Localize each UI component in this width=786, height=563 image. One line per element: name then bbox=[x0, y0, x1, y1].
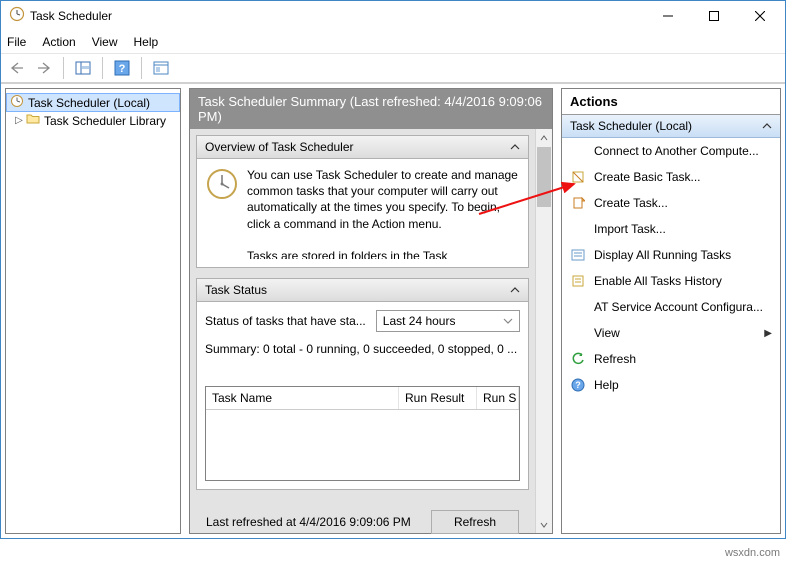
blank-icon bbox=[570, 299, 586, 315]
action-refresh[interactable]: Refresh bbox=[562, 346, 780, 372]
toolbar-divider bbox=[102, 57, 103, 79]
blank-icon bbox=[570, 143, 586, 159]
action-help[interactable]: ? Help bbox=[562, 372, 780, 398]
menu-help[interactable]: Help bbox=[134, 35, 159, 49]
svg-text:?: ? bbox=[575, 380, 581, 390]
tree-child-label: Task Scheduler Library bbox=[44, 114, 166, 128]
actions-section-header[interactable]: Task Scheduler (Local) bbox=[562, 115, 780, 138]
actions-pane: Actions Task Scheduler (Local) Connect t… bbox=[561, 88, 781, 534]
clock-icon bbox=[10, 94, 24, 111]
col-run-start[interactable]: Run S bbox=[477, 387, 519, 409]
tree-root-node[interactable]: Task Scheduler (Local) bbox=[6, 93, 180, 112]
actions-section-label: Task Scheduler (Local) bbox=[570, 119, 692, 133]
action-at-service[interactable]: AT Service Account Configura... bbox=[562, 294, 780, 320]
scroll-down-icon[interactable] bbox=[536, 516, 552, 533]
refresh-icon bbox=[570, 351, 586, 367]
expand-icon[interactable]: ▷ bbox=[13, 115, 25, 126]
clock-icon bbox=[205, 167, 239, 259]
task-status-panel: Task Status Status of tasks that have st… bbox=[196, 278, 529, 490]
status-range-dropdown[interactable]: Last 24 hours bbox=[376, 310, 520, 332]
action-label: Enable All Tasks History bbox=[594, 274, 722, 288]
menu-view[interactable]: View bbox=[92, 35, 118, 49]
window-controls bbox=[645, 1, 783, 31]
table-body bbox=[206, 410, 519, 480]
last-refreshed-text: Last refreshed at 4/4/2016 9:09:06 PM bbox=[206, 515, 411, 529]
help-button[interactable]: ? bbox=[110, 56, 134, 80]
list-icon bbox=[570, 247, 586, 263]
maximize-button[interactable] bbox=[691, 1, 737, 31]
action-label: Help bbox=[594, 378, 619, 392]
back-button[interactable] bbox=[5, 56, 29, 80]
overview-para2: Tasks are stored in folders in the Task bbox=[247, 249, 448, 259]
action-label: View bbox=[594, 326, 620, 340]
menu-action[interactable]: Action bbox=[42, 35, 75, 49]
action-label: Create Basic Task... bbox=[594, 170, 701, 184]
center-header: Task Scheduler Summary (Last refreshed: … bbox=[190, 89, 552, 129]
collapse-icon[interactable] bbox=[762, 121, 772, 131]
show-tree-button[interactable] bbox=[71, 56, 95, 80]
task-table: Task Name Run Result Run S bbox=[205, 386, 520, 481]
close-button[interactable] bbox=[737, 1, 783, 31]
app-icon bbox=[9, 6, 25, 27]
help-icon: ? bbox=[570, 377, 586, 393]
action-view[interactable]: View ▶ bbox=[562, 320, 780, 346]
status-label: Status of tasks that have sta... bbox=[205, 314, 366, 328]
actions-title: Actions bbox=[562, 89, 780, 115]
table-header-row: Task Name Run Result Run S bbox=[206, 387, 519, 410]
minimize-button[interactable] bbox=[645, 1, 691, 31]
center-pane: Task Scheduler Summary (Last refreshed: … bbox=[189, 88, 553, 534]
center-footer: Last refreshed at 4/4/2016 9:09:06 PM Re… bbox=[196, 500, 529, 540]
folder-icon bbox=[26, 113, 40, 128]
chevron-down-icon bbox=[503, 316, 513, 326]
col-run-result[interactable]: Run Result bbox=[399, 387, 477, 409]
action-label: AT Service Account Configura... bbox=[594, 300, 763, 314]
tree-pane: Task Scheduler (Local) ▷ Task Scheduler … bbox=[5, 88, 181, 534]
menubar: File Action View Help bbox=[1, 31, 785, 53]
status-range-value: Last 24 hours bbox=[383, 314, 456, 328]
svg-text:?: ? bbox=[119, 63, 126, 75]
history-icon bbox=[570, 273, 586, 289]
action-create-task[interactable]: Create Task... bbox=[562, 190, 780, 216]
properties-button[interactable] bbox=[149, 56, 173, 80]
menu-file[interactable]: File bbox=[7, 35, 26, 49]
status-summary: Summary: 0 total - 0 running, 0 succeede… bbox=[205, 342, 520, 356]
main-body: Task Scheduler (Local) ▷ Task Scheduler … bbox=[1, 83, 785, 538]
action-create-basic-task[interactable]: Create Basic Task... bbox=[562, 164, 780, 190]
refresh-button[interactable]: Refresh bbox=[431, 510, 519, 534]
app-window: Task Scheduler File Action View Help ? T… bbox=[0, 0, 786, 539]
submenu-arrow-icon: ▶ bbox=[764, 328, 772, 339]
action-import-task[interactable]: Import Task... bbox=[562, 216, 780, 242]
collapse-icon[interactable] bbox=[510, 285, 520, 295]
blank-icon bbox=[570, 221, 586, 237]
tree-root-label: Task Scheduler (Local) bbox=[28, 96, 150, 110]
overview-title: Overview of Task Scheduler bbox=[205, 140, 354, 154]
action-label: Refresh bbox=[594, 352, 636, 366]
titlebar[interactable]: Task Scheduler bbox=[1, 1, 785, 31]
overview-header[interactable]: Overview of Task Scheduler bbox=[197, 136, 528, 159]
toolbar-divider bbox=[141, 57, 142, 79]
forward-button[interactable] bbox=[32, 56, 56, 80]
actions-list: Connect to Another Compute... Create Bas… bbox=[562, 138, 780, 533]
action-display-running[interactable]: Display All Running Tasks bbox=[562, 242, 780, 268]
blank-icon bbox=[570, 325, 586, 341]
toolbar-divider bbox=[63, 57, 64, 79]
action-label: Create Task... bbox=[594, 196, 668, 210]
task-status-title: Task Status bbox=[205, 283, 267, 297]
action-label: Connect to Another Compute... bbox=[594, 144, 759, 158]
tree-child-node[interactable]: ▷ Task Scheduler Library bbox=[6, 112, 180, 129]
annotation-arrow bbox=[474, 179, 584, 219]
window-title: Task Scheduler bbox=[30, 9, 645, 23]
toolbar: ? bbox=[1, 53, 785, 83]
action-label: Display All Running Tasks bbox=[594, 248, 731, 262]
scroll-up-icon[interactable] bbox=[536, 129, 552, 146]
col-task-name[interactable]: Task Name bbox=[206, 387, 399, 409]
action-enable-history[interactable]: Enable All Tasks History bbox=[562, 268, 780, 294]
action-label: Import Task... bbox=[594, 222, 666, 236]
watermark: wsxdn.com bbox=[725, 547, 780, 559]
task-status-header[interactable]: Task Status bbox=[197, 279, 528, 302]
collapse-icon[interactable] bbox=[510, 142, 520, 152]
action-connect[interactable]: Connect to Another Compute... bbox=[562, 138, 780, 164]
